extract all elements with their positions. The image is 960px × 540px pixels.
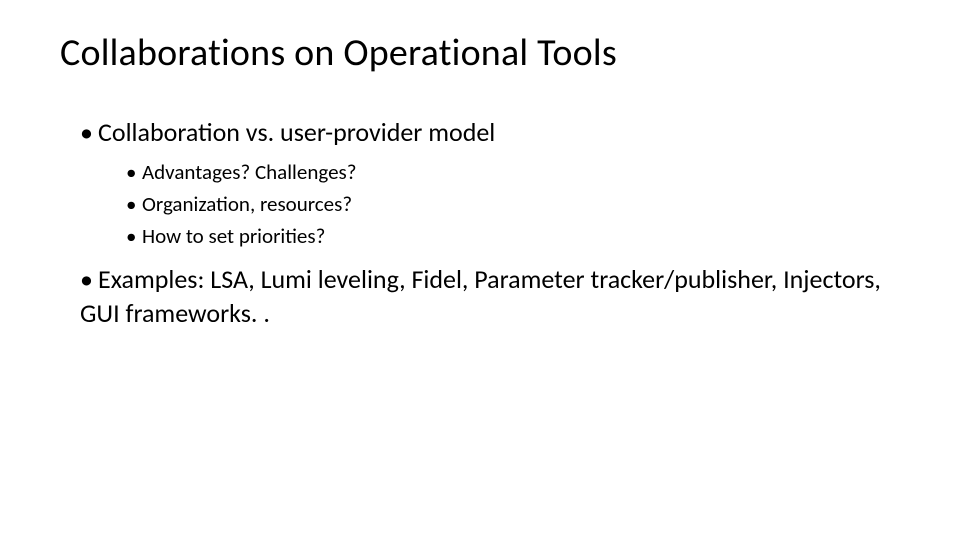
sub-list-item: •How to set priorities? bbox=[126, 222, 900, 250]
sub-list-item-text: Organization, resources? bbox=[142, 191, 352, 217]
sub-list-item: •Organization, resources? bbox=[126, 190, 900, 218]
slide-title: Collaborations on Operational Tools bbox=[60, 30, 900, 76]
bullet-marker: • bbox=[80, 263, 98, 297]
sub-list-item-text: How to set priorities? bbox=[142, 223, 325, 249]
bullet-marker: • bbox=[126, 222, 142, 250]
list-item: •Collaboration vs. user-provider model bbox=[80, 116, 900, 150]
bullet-marker: • bbox=[126, 190, 142, 218]
bullet-list: •Collaboration vs. user-provider model •… bbox=[60, 116, 900, 330]
sub-list: •Advantages? Challenges? •Organization, … bbox=[60, 158, 900, 251]
bullet-marker: • bbox=[80, 116, 98, 150]
list-item-text: Examples: LSA, Lumi leveling, Fidel, Par… bbox=[80, 263, 881, 329]
list-item-text: Collaboration vs. user-provider model bbox=[98, 116, 495, 148]
list-item: •Examples: LSA, Lumi leveling, Fidel, Pa… bbox=[80, 263, 900, 331]
sub-list-item-text: Advantages? Challenges? bbox=[142, 159, 356, 185]
sub-list-item: •Advantages? Challenges? bbox=[126, 158, 900, 186]
bullet-marker: • bbox=[126, 158, 142, 186]
